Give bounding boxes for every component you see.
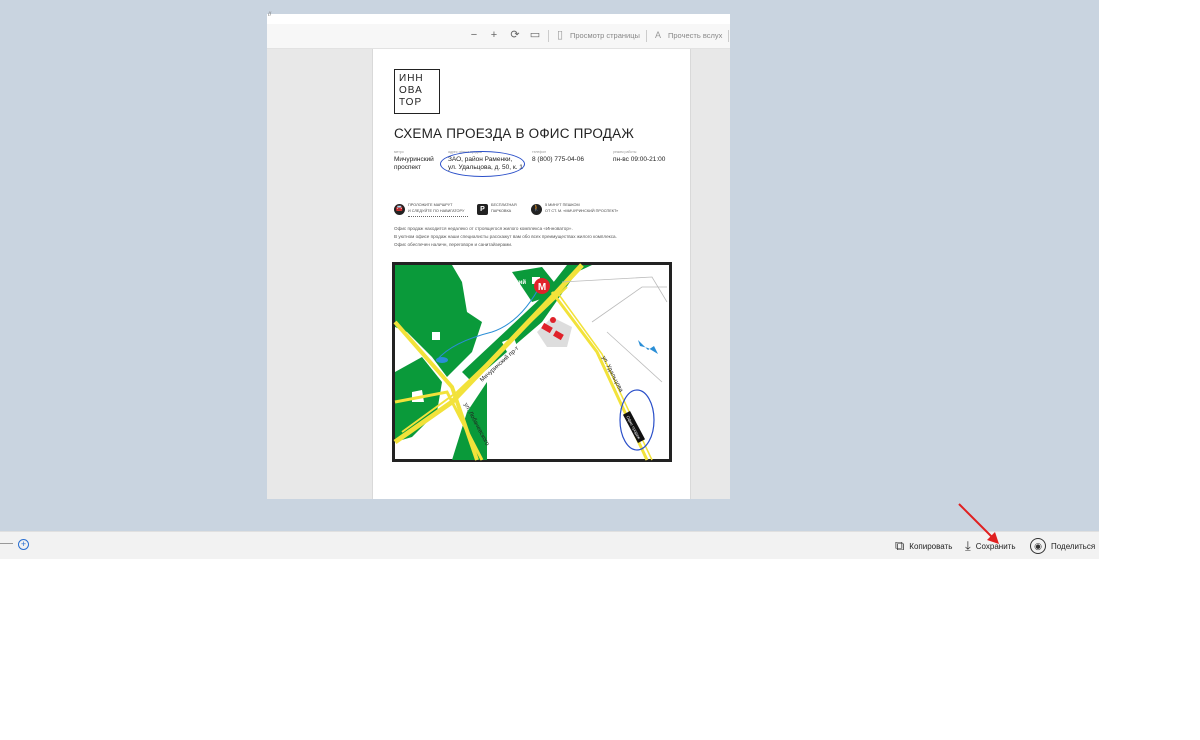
feature-line: ОТ СТ. М. «МИЧУРИНСКИЙ ПРОСПЕКТ»: [545, 209, 619, 213]
share-button[interactable]: ◉ Поделиться: [1030, 538, 1095, 554]
page-view-icon: ▯: [556, 29, 564, 41]
phone-label: телефон: [532, 150, 547, 154]
metro-value: Мичуринский проспект: [394, 156, 434, 172]
pdf-page: ИНН ОВА ТОР СХЕМА ПРОЕЗДА В ОФИС ПРОДАЖ …: [372, 49, 691, 499]
logo-line: ТОР: [399, 97, 423, 108]
pdf-title-char: //: [268, 12, 272, 18]
metro-label: метро: [394, 150, 404, 154]
rotate-icon[interactable]: ⟳: [509, 28, 521, 42]
pdf-toolbar: − + ⟳ ▭ ▯ Просмотр страницы A Прочесть в…: [267, 24, 730, 49]
share-label: Поделиться: [1051, 541, 1096, 551]
metro-value-line: Мичуринский: [394, 156, 434, 163]
car-icon: 🚘: [394, 204, 405, 215]
logo-line: ОВА: [399, 85, 423, 96]
copy-button[interactable]: ⧉ Копировать: [895, 538, 952, 554]
toolbar-divider: [548, 30, 549, 42]
description-text: Офис продаж находится недалеко от строящ…: [394, 225, 617, 249]
pedestrian-icon: 🚶: [531, 204, 542, 215]
arrow-shaft: [958, 503, 996, 541]
share-icon: ◉: [1030, 538, 1046, 554]
pond: [436, 357, 448, 363]
copy-label: Копировать: [909, 541, 953, 551]
phone-value: 8 (800) 775-04-06: [532, 156, 584, 164]
description-line: В уютном офисе продаж наши специалисты р…: [394, 234, 617, 239]
page-view-button[interactable]: Просмотр страницы: [570, 31, 640, 40]
zoom-slider-track[interactable]: [0, 543, 13, 544]
fit-page-icon[interactable]: ▭: [529, 28, 541, 42]
metro-label-line: Мичуринский: [486, 279, 526, 286]
feature-navigator: ПРОЛОЖИТЕ МАРШРУТ И СЛЕДУЙТЕ ПО НАВИГАТО…: [408, 202, 464, 214]
zoom-out-button[interactable]: −: [468, 28, 480, 42]
pdf-title-strip: //: [267, 12, 730, 24]
feature-line: И СЛЕДУЙТЕ ПО НАВИГАТОРУ: [408, 209, 465, 213]
feature-walk: 5 МИНУТ ПЕШКОМ ОТ СТ. М. «МИЧУРИНСКИЙ ПР…: [545, 202, 618, 214]
toolbar-divider: [646, 30, 647, 42]
zoom-plus-button[interactable]: +: [18, 539, 29, 550]
read-aloud-button[interactable]: Прочесть вслух: [668, 31, 722, 40]
metro-label-line: проспект: [492, 288, 519, 294]
read-aloud-icon: A: [654, 30, 661, 40]
location-map: М Мичуринский проспект Мичуринский пр-т …: [392, 262, 672, 462]
hours-value-line: пн-вс 09:00-21:00: [613, 156, 666, 163]
metro-small-icon: [550, 317, 556, 323]
toolbar-divider: [728, 30, 729, 42]
address-annotation-circle: [440, 151, 525, 177]
hours-label: режим работы: [613, 150, 637, 154]
feature-line: ПАРКОВКА: [491, 209, 512, 213]
feature-underline: [408, 216, 468, 217]
parking-icon: P: [477, 204, 488, 215]
feature-parking: БЕСПЛАТНАЯ ПАРКОВКА: [491, 202, 517, 214]
pdf-viewer: // − + ⟳ ▭ ▯ Просмотр страницы A Прочест…: [267, 12, 730, 499]
red-arrow-annotation: [958, 503, 999, 544]
document-title: СХЕМА ПРОЕЗДА В ОФИС ПРОДАЖ: [394, 126, 635, 141]
description-line: Офис обеспечен наличн, переговорн и сани…: [394, 242, 513, 247]
hours-value: пн-вс 09:00-21:00: [613, 156, 665, 164]
metro-value-line: проспект: [394, 164, 422, 171]
phone-value-line: 8 (800) 775-04-06: [532, 156, 585, 163]
copy-icon: ⧉: [895, 538, 905, 553]
logo-line: ИНН: [399, 73, 424, 84]
description-line: Офис продаж находится недалеко от строящ…: [394, 226, 573, 231]
zoom-in-button[interactable]: +: [488, 28, 500, 42]
metro-letter: М: [538, 282, 546, 293]
innovator-logo: ИНН ОВА ТОР: [394, 69, 440, 114]
